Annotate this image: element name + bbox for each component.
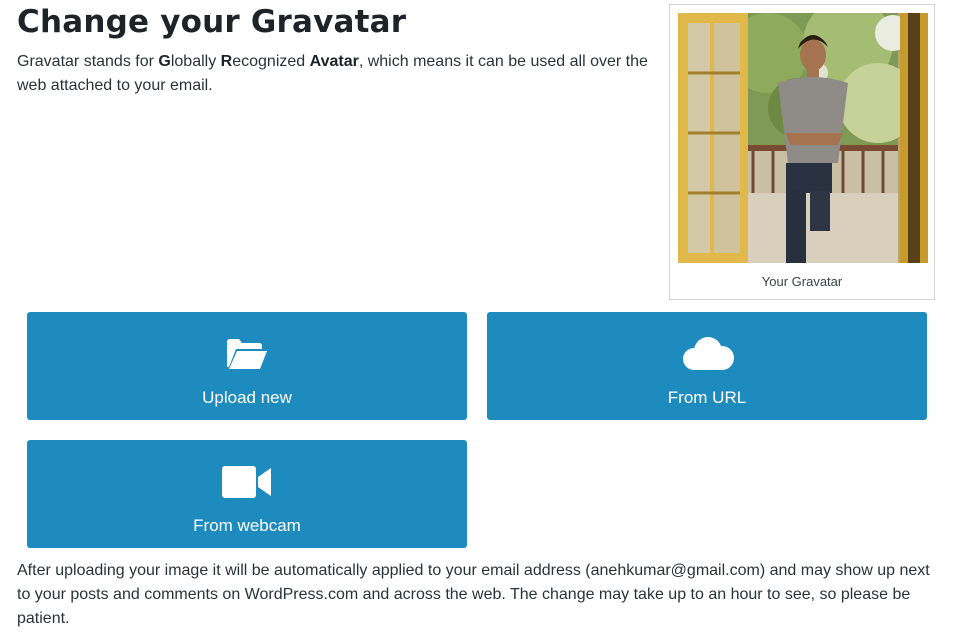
upload-new-button[interactable]: Upload new	[27, 312, 467, 420]
from-webcam-button[interactable]: From webcam	[27, 440, 467, 548]
video-camera-icon	[27, 464, 467, 500]
cloud-icon	[487, 336, 927, 372]
page-title: Change your Gravatar	[17, 4, 407, 40]
upload-notice: After uploading your image it will be au…	[17, 562, 930, 627]
intro-text: Gravatar stands for Globally Recognized …	[17, 53, 648, 94]
upload-new-label: Upload new	[202, 388, 292, 407]
from-webcam-label: From webcam	[193, 516, 301, 535]
from-url-button[interactable]: From URL	[487, 312, 927, 420]
gravatar-caption: Your Gravatar	[761, 274, 843, 289]
folder-open-icon	[27, 336, 467, 372]
from-url-label: From URL	[667, 388, 747, 407]
gravatar-photo[interactable]	[678, 13, 928, 263]
avatar	[678, 13, 928, 263]
gravatar-card: Your Gravatar	[669, 4, 935, 300]
